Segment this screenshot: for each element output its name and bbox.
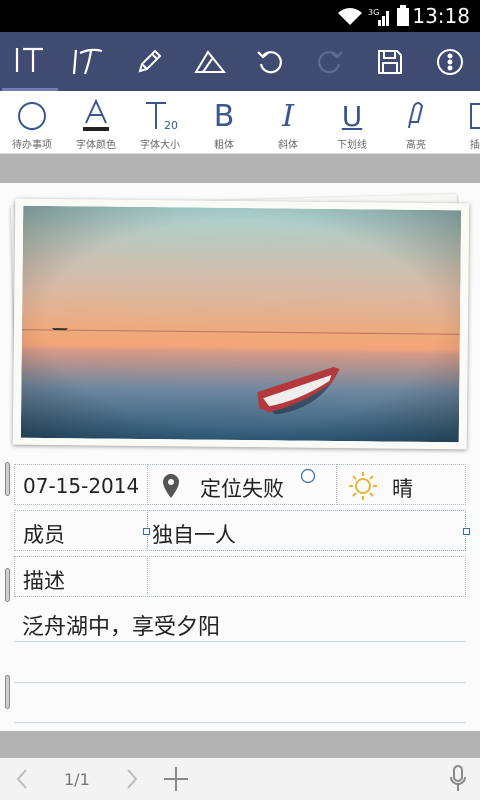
binding-ring <box>5 462 10 496</box>
binding-ring <box>5 568 10 602</box>
date-cell[interactable]: 07-15-2014 <box>14 464 148 505</box>
ruled-line <box>14 722 466 723</box>
more-menu-button[interactable] <box>422 32 478 91</box>
italic-icon: I <box>282 98 294 134</box>
handwriting-t-icon <box>72 48 103 74</box>
handwriting-mode-button[interactable] <box>60 32 116 91</box>
date-value: 07-15-2014 <box>23 474 140 498</box>
note-photo[interactable] <box>12 198 470 450</box>
text-mode-button[interactable] <box>2 32 58 91</box>
font-size-label: 字体大小 <box>140 140 180 151</box>
weather-value: 晴 <box>392 477 413 501</box>
underline-button[interactable]: U 下划线 <box>320 91 384 153</box>
member-value: 独自一人 <box>152 523 236 547</box>
refresh-location-icon[interactable] <box>300 468 316 484</box>
prev-page-icon[interactable] <box>14 768 30 790</box>
underline-label: 下划线 <box>337 140 367 151</box>
page-indicator: 1/1 <box>64 770 90 789</box>
status-bar: 3G 13:18 <box>0 0 480 32</box>
location-cell[interactable]: 定位失败 <box>147 464 337 505</box>
pen-button[interactable] <box>121 32 177 91</box>
resize-handle[interactable] <box>143 528 150 535</box>
redo-icon <box>318 50 343 73</box>
add-page-icon[interactable] <box>163 766 189 792</box>
wifi-icon <box>338 8 362 25</box>
todo-button[interactable]: 待办事项 <box>0 91 64 153</box>
text-cursor-icon <box>15 47 43 72</box>
font-size-value: 20 <box>164 119 178 132</box>
save-button[interactable] <box>362 32 418 91</box>
grey-band-top <box>0 154 480 183</box>
location-value: 定位失败 <box>200 477 284 501</box>
ruled-line <box>14 682 466 683</box>
desc-label-cell: 描述 <box>14 556 148 597</box>
save-icon <box>378 49 402 74</box>
location-pin-icon <box>163 474 179 498</box>
insert-icon <box>470 103 480 129</box>
next-page-icon[interactable] <box>124 768 140 790</box>
font-color-button[interactable]: 字体颜色 <box>64 91 128 153</box>
italic-button[interactable]: I 斜体 <box>256 91 320 153</box>
binding-ring <box>5 675 10 709</box>
sunset-lake-image <box>20 205 462 443</box>
grey-band-bottom <box>0 731 480 758</box>
redo-button[interactable] <box>302 32 358 91</box>
weather-cell[interactable]: 晴 <box>336 464 466 505</box>
clock: 13:18 <box>412 4 470 28</box>
description-text[interactable]: 泛舟湖中，享受夕阳 <box>22 609 220 641</box>
ruled-line <box>14 641 466 642</box>
font-color-icon <box>83 99 109 131</box>
format-toolbar: 待办事项 字体颜色 20 字体大小 B 粗体 I 斜体 U 下划线 高亮 插 <box>0 91 480 154</box>
eraser-icon <box>194 49 227 73</box>
insert-button[interactable]: 插 <box>448 91 480 153</box>
network-type-label: 3G <box>368 8 379 17</box>
signal-icon: 3G <box>368 6 392 32</box>
bold-icon: B <box>213 98 235 134</box>
circle-icon <box>18 102 46 130</box>
pencil-icon <box>138 49 162 72</box>
highlighter-icon <box>408 102 424 129</box>
undo-button[interactable] <box>242 32 298 91</box>
top-toolbar <box>0 32 480 91</box>
resize-handle[interactable] <box>463 528 470 535</box>
more-icon <box>437 48 463 75</box>
eraser-button[interactable] <box>182 32 238 91</box>
bold-label: 粗体 <box>214 140 234 151</box>
undo-icon <box>257 50 282 73</box>
bold-button[interactable]: B 粗体 <box>192 91 256 153</box>
font-size-button[interactable]: 20 字体大小 <box>128 91 192 153</box>
bottom-bar: 1/1 <box>0 758 480 800</box>
battery-icon <box>397 5 409 26</box>
font-size-icon: 20 <box>146 102 178 132</box>
insert-label: 插 <box>470 140 480 151</box>
highlight-label: 高亮 <box>406 140 426 151</box>
member-label-cell: 成员 <box>14 510 148 551</box>
microphone-icon[interactable] <box>448 764 468 794</box>
italic-label: 斜体 <box>278 140 298 151</box>
highlight-button[interactable]: 高亮 <box>384 91 448 153</box>
underline-icon: U <box>341 99 363 133</box>
todo-label: 待办事项 <box>12 140 52 151</box>
member-field[interactable]: 独自一人 <box>147 510 466 551</box>
member-label: 成员 <box>23 523 65 547</box>
description-label: 描述 <box>23 569 65 593</box>
font-color-label: 字体颜色 <box>76 140 116 151</box>
desc-empty-cell[interactable] <box>147 556 466 597</box>
sun-icon <box>349 472 377 500</box>
